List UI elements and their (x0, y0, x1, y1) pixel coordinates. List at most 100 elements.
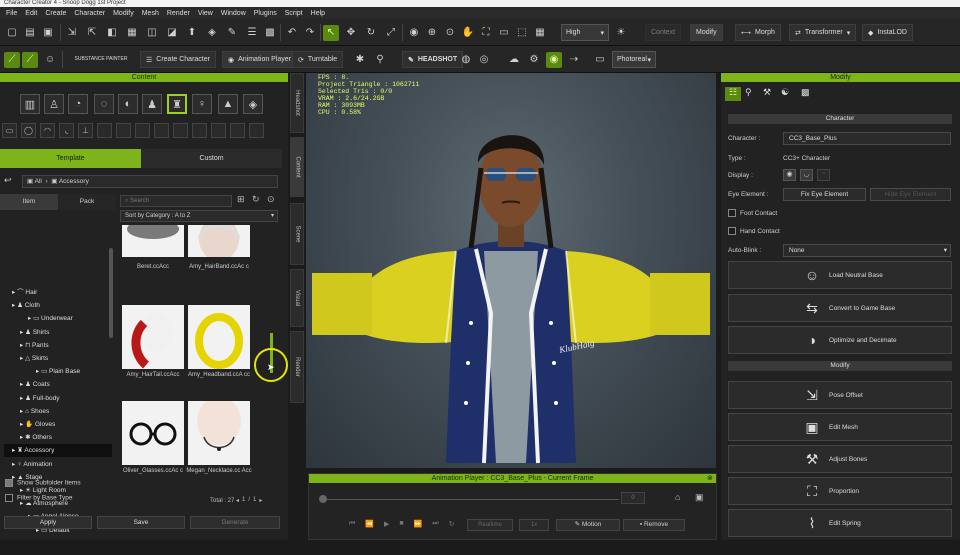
accessory-category-icon[interactable]: ♜ (167, 94, 187, 114)
tree-item[interactable]: ▸ ▭ Plain Base (4, 365, 112, 378)
pose-offset-button[interactable]: ⇲ Pose Offset (728, 381, 952, 409)
generate-button[interactable]: Generate (190, 516, 280, 529)
hide-eye-button[interactable]: Hide Eye Element (870, 188, 951, 201)
physics-icon[interactable]: ☯ (781, 87, 789, 98)
light-icon[interactable]: ☀ (613, 25, 629, 41)
side-tab-visual[interactable]: Visual (290, 269, 304, 327)
avatar-category-icon[interactable]: ▥ (20, 94, 40, 114)
open-icon[interactable]: ▤ (22, 25, 38, 41)
content-item-thumbnail[interactable] (188, 401, 250, 465)
loop-icon[interactable]: ↻ (449, 520, 455, 528)
menu-plugins[interactable]: Plugins (250, 10, 281, 17)
sub-icon-2[interactable]: ◯ (21, 123, 36, 138)
hair-category-icon[interactable]: ◌ (94, 94, 114, 114)
content-item-thumbnail[interactable] (122, 305, 184, 369)
sub-icon-3[interactable]: ◠ (40, 123, 55, 138)
menu-view[interactable]: View (194, 10, 217, 17)
load-neutral-base-button[interactable]: ☺ Load Neutral Base (728, 261, 952, 289)
perspective-icon[interactable]: ⬚ (514, 25, 530, 41)
close-icon[interactable]: ⊗ (707, 474, 713, 482)
select-icon[interactable]: ↖ (323, 24, 339, 41)
menu-modify[interactable]: Modify (109, 10, 138, 17)
sub-icon-13[interactable] (230, 123, 245, 138)
tree-item[interactable]: ▸ ✱ Others (4, 431, 112, 444)
view-icon[interactable]: ▭ (496, 25, 512, 41)
3d-viewport[interactable]: KlubHaig (306, 73, 716, 468)
content-item-thumbnail[interactable] (188, 225, 250, 257)
timeline-handle[interactable] (319, 495, 327, 503)
motion-button[interactable]: ✎ Motion (556, 519, 620, 531)
skin-category-icon[interactable]: ◔ (68, 94, 88, 114)
adjust-bones-button[interactable]: ⚒ Adjust Bones (728, 445, 952, 473)
apply-button[interactable]: Apply (4, 516, 92, 529)
page-prev-icon[interactable]: ◂ (236, 497, 239, 504)
menu-character[interactable]: Character (70, 10, 109, 17)
gear-icon[interactable]: ⚙ (526, 52, 542, 68)
package-icon[interactable]: ▦ (124, 25, 140, 41)
head-icon[interactable]: ◎ (476, 52, 492, 68)
content-item-thumbnail[interactable] (122, 401, 184, 465)
cloud-icon[interactable]: ☁ (506, 52, 522, 68)
grid-icon[interactable]: ▩ (262, 25, 278, 41)
create-character-button[interactable]: ☰ Create Character (140, 51, 216, 68)
key-icon[interactable]: ⌂ (675, 492, 680, 502)
speed-dropdown[interactable]: 1x (519, 519, 549, 531)
tree-item[interactable]: ▸ ✋ Gloves (4, 418, 112, 431)
edit-spring-button[interactable]: ⌇ Edit Spring (728, 509, 952, 537)
content-item-thumbnail[interactable] (122, 225, 184, 257)
side-tab-render[interactable]: Render (290, 331, 304, 403)
character-name-field[interactable]: CC3_Base_Plus (783, 132, 951, 145)
menu-file[interactable]: File (2, 10, 21, 17)
tree-item[interactable]: ▸ ⌂ Shoes (4, 405, 112, 418)
link-icon[interactable]: ⚲ (372, 52, 388, 68)
bone-icon[interactable]: ⚒ (763, 87, 771, 98)
orbit-icon[interactable]: ⊙ (442, 25, 458, 41)
tree-item[interactable]: ▸ ▭ Underwear (4, 312, 112, 325)
sub-icon-5[interactable]: ⊥ (78, 123, 93, 138)
quality-dropdown[interactable]: High ▾ (561, 24, 609, 41)
turntable-button[interactable]: ⟳ Turntable (292, 51, 344, 68)
timeline-slider[interactable] (319, 494, 619, 504)
sub-icon-7[interactable] (116, 123, 131, 138)
tree-scrollbar[interactable] (109, 248, 113, 338)
filter-icon[interactable]: ⊞ (237, 194, 245, 205)
sub-icon-12[interactable] (211, 123, 226, 138)
sliders-icon[interactable]: ☷ (725, 87, 741, 101)
foot-contact-checkbox[interactable]: Foot Contact (728, 207, 777, 220)
menu-create[interactable]: Create (41, 10, 70, 17)
render-mode-dropdown[interactable]: Photoreal ▾ (612, 51, 656, 68)
sub-icon-6[interactable] (97, 123, 112, 138)
list-icon[interactable]: ☰ (244, 25, 260, 41)
character-icon[interactable]: ☺ (42, 52, 58, 68)
mesh-icon[interactable]: ◈ (204, 25, 220, 41)
sub-icon-4[interactable]: ◟ (59, 123, 74, 138)
tab-template[interactable]: Template (0, 149, 141, 168)
menu-help[interactable]: Help (307, 10, 329, 17)
optimize-decimate-button[interactable]: ◑ Optimize and Decimate (728, 326, 952, 354)
fix-eye-button[interactable]: Fix Eye Element (783, 188, 866, 201)
page-next-icon[interactable]: ▸ (259, 497, 262, 504)
back-icon[interactable]: ↩ (4, 175, 12, 186)
play-icon[interactable]: ▶ (384, 520, 389, 528)
render-icon[interactable]: ◪ (164, 25, 180, 41)
cloth-category-icon[interactable]: ♟ (142, 94, 162, 114)
move-icon[interactable]: ✥ (343, 25, 359, 41)
face-icon[interactable]: ◍ (458, 52, 474, 68)
display-off-icon[interactable]: ▫ (817, 169, 830, 181)
prev-frame-icon[interactable]: ⏪ (365, 520, 374, 528)
side-tab-headshot[interactable]: Headshot (290, 73, 304, 133)
refresh-icon[interactable]: ↻ (252, 194, 260, 205)
export-fbx-icon[interactable]: ⇢ (566, 52, 582, 68)
tree-item[interactable]: ▸ ♟ Full-body (4, 392, 112, 405)
content-item-thumbnail[interactable] (188, 305, 250, 369)
display-eye-icon[interactable]: ◡ (800, 169, 813, 181)
grid-view-icon[interactable]: ▦ (532, 25, 548, 41)
sub-icon-10[interactable] (173, 123, 188, 138)
tree-item[interactable]: ▸ ♟ Shirts (4, 326, 112, 339)
edit-icon[interactable]: ✎ (224, 25, 240, 41)
save-button[interactable]: Save (97, 516, 185, 529)
tree-item[interactable]: ▸ ⌒ Hair (4, 286, 112, 299)
head-category-icon[interactable]: ◐ (118, 94, 138, 114)
export-icon[interactable]: ⇱ (84, 25, 100, 41)
breadcrumb[interactable]: ▣ All › ▣ Accessory (22, 175, 278, 188)
